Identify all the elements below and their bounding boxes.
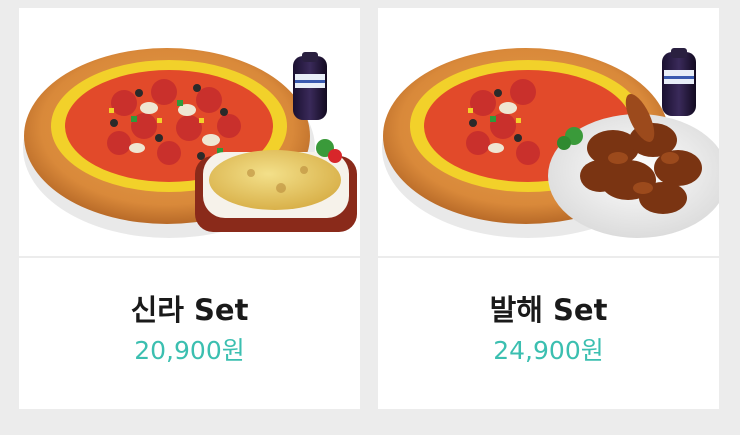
menu-item-name: 발해 Set [489, 293, 608, 328]
pizza-gratin-cola-image [19, 8, 360, 256]
menu-item-price: 24,900원 [493, 335, 604, 365]
pizza-chicken-cola-image [378, 8, 719, 256]
menu-card-silla-set[interactable]: 신라 Set 20,900원 [19, 8, 360, 409]
card-body: 발해 Set 24,900원 [378, 258, 719, 409]
menu-item-price: 20,900원 [134, 335, 245, 365]
menu-grid: 신라 Set 20,900원 발해 Set 24,900원 [19, 8, 719, 409]
menu-card-balhae-set[interactable]: 발해 Set 24,900원 [378, 8, 719, 409]
menu-item-name: 신라 Set [130, 293, 249, 328]
card-body: 신라 Set 20,900원 [19, 258, 360, 409]
